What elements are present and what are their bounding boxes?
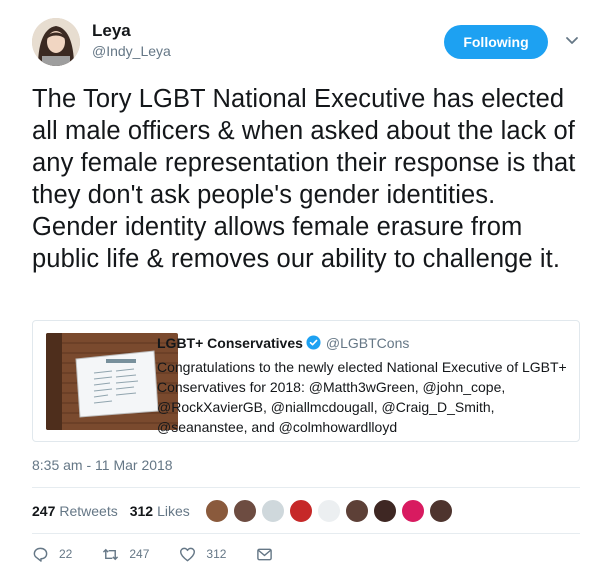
tweet-timestamp[interactable]: 8:35 am - 11 Mar 2018 [32, 457, 173, 473]
liker-avatar[interactable] [345, 499, 369, 523]
liker-avatar[interactable] [317, 499, 341, 523]
quoted-user-name[interactable]: LGBT+ Conservatives @LGBTCons [157, 335, 409, 351]
user-name[interactable]: Leya [92, 21, 131, 41]
user-handle[interactable]: @Indy_Leya [92, 43, 171, 59]
divider [32, 533, 580, 534]
retweet-count: 247 [129, 547, 150, 561]
liker-avatar[interactable] [233, 499, 257, 523]
reply-button[interactable]: 22 [32, 546, 72, 563]
direct-message-button[interactable] [256, 546, 283, 563]
tweet-text: The Tory LGBT National Executive has ele… [32, 85, 576, 273]
liker-avatar[interactable] [205, 499, 229, 523]
liker-avatar[interactable] [289, 499, 313, 523]
retweet-button[interactable]: 247 [102, 546, 149, 563]
divider [32, 487, 580, 488]
retweets-count[interactable]: 247 [32, 503, 55, 519]
chevron-down-icon[interactable] [563, 32, 581, 50]
like-button[interactable]: 312 [179, 546, 226, 563]
tweet-header: Leya @Indy_Leya Following [32, 18, 584, 70]
quoted-user-display-name: LGBT+ Conservatives [157, 335, 303, 351]
tweet-actions: 22 247 312 [32, 544, 313, 564]
envelope-icon [257, 548, 273, 560]
likes-label[interactable]: Likes [157, 503, 190, 519]
heart-icon [180, 547, 196, 561]
liker-avatar[interactable] [429, 499, 453, 523]
following-button[interactable]: Following [444, 25, 548, 59]
reply-icon [33, 547, 48, 562]
likers-avatars [205, 499, 457, 523]
quoted-tweet-text: Congratulations to the newly elected Nat… [157, 359, 567, 435]
liker-avatar[interactable] [401, 499, 425, 523]
liker-avatar[interactable] [373, 499, 397, 523]
likes-count[interactable]: 312 [130, 503, 153, 519]
liker-avatar[interactable] [261, 499, 285, 523]
reply-count: 22 [59, 547, 73, 561]
quoted-tweet[interactable]: LGBT+ Conservatives @LGBTCons Congratulat… [32, 320, 580, 442]
like-count: 312 [206, 547, 227, 561]
tweet-stats: 247 Retweets 312 Likes [32, 499, 202, 523]
quoted-user-handle: @LGBTCons [325, 335, 410, 351]
retweets-label[interactable]: Retweets [59, 503, 117, 519]
retweet-icon [103, 548, 119, 560]
avatar[interactable] [32, 18, 80, 66]
verified-badge-icon [306, 335, 321, 350]
